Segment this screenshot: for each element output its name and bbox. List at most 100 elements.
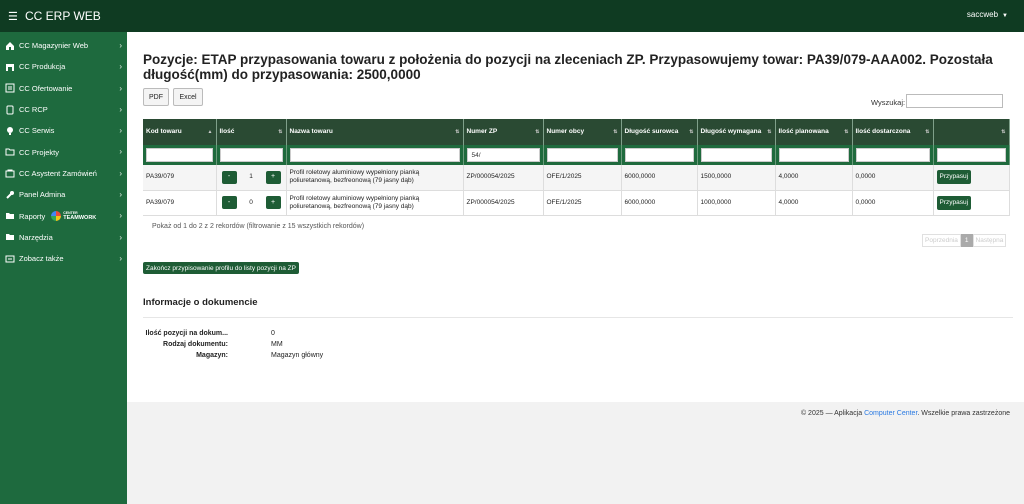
page-title: Pozycje: ETAP przypasowania towaru z poł… bbox=[143, 52, 993, 82]
chevron-right-icon: › bbox=[119, 232, 122, 242]
cell-ilosc-dostarczona: 0,0000 bbox=[852, 190, 934, 216]
sort-icon: ⇅ bbox=[535, 129, 540, 135]
chevron-right-icon: › bbox=[119, 126, 122, 136]
increment-button[interactable]: + bbox=[265, 170, 281, 184]
filter-input-ilosc-dostarczona[interactable] bbox=[855, 148, 930, 162]
sidebar-item-panel-admina[interactable]: Panel Admina › bbox=[0, 184, 127, 205]
przypasuj-button[interactable]: Przypasuj bbox=[936, 170, 972, 185]
search-label: Wyszukaj: bbox=[871, 98, 906, 107]
doc-info-value: Magazyn główny bbox=[271, 352, 324, 359]
chevron-right-icon: › bbox=[119, 147, 122, 157]
sort-icon: ⇅ bbox=[455, 129, 460, 135]
sort-icon: ⇅ bbox=[689, 129, 694, 135]
column-header[interactable]: Kod towaru ▲ bbox=[143, 119, 217, 145]
przypasuj-button[interactable]: Przypasuj bbox=[936, 195, 972, 210]
cell-dlugosc-surowca: 6000,0000 bbox=[621, 165, 698, 191]
sort-icon: ⇅ bbox=[925, 129, 930, 135]
filter-input-nazwa[interactable] bbox=[289, 148, 460, 162]
sidebar-item-label: CC Magazynier Web bbox=[19, 41, 89, 51]
decrement-button[interactable]: - bbox=[221, 196, 237, 209]
chevron-right-icon: › bbox=[119, 41, 122, 50]
sort-icon: ⇅ bbox=[767, 129, 772, 135]
filter-input-dlugosc-wymagana[interactable] bbox=[700, 148, 772, 162]
column-header[interactable]: Długość wymagana ⇅ bbox=[697, 119, 776, 145]
list-icon bbox=[5, 83, 15, 93]
column-header[interactable]: Numer ZP ⇅ bbox=[463, 119, 544, 145]
menu-icon[interactable]: ☰ bbox=[8, 10, 20, 23]
sort-asc-icon: ▲ bbox=[207, 129, 213, 135]
filter-input-ilosc[interactable] bbox=[219, 148, 283, 162]
footer-link[interactable]: Computer Center bbox=[864, 410, 917, 417]
sidebar-item-ofertowanie[interactable]: CC Ofertowanie › bbox=[0, 78, 127, 99]
finish-assignment-button[interactable]: Zakończ przypisowanie profilu do listy p… bbox=[143, 262, 299, 274]
warehouse-icon bbox=[5, 62, 15, 72]
search-input[interactable] bbox=[906, 94, 1003, 108]
divider bbox=[143, 317, 1013, 318]
column-header[interactable]: Nazwa towaru ⇅ bbox=[286, 119, 464, 145]
sidebar-item-produkcja[interactable]: CC Produkcja › bbox=[0, 56, 127, 77]
sidebar-item-label: CC Asystent Zamówień bbox=[19, 168, 97, 178]
sidebar-item-label: CC RCP bbox=[19, 105, 48, 115]
sort-icon: ⇅ bbox=[1001, 129, 1006, 135]
filter-input-akcja[interactable] bbox=[936, 148, 1006, 162]
quantity-value[interactable]: 0 bbox=[249, 199, 253, 207]
cell-numer-zp: ZP/000054/2025 bbox=[463, 165, 544, 191]
pagination-page[interactable]: 1 bbox=[960, 234, 973, 247]
sidebar-item-label: CC Produkcja bbox=[19, 62, 66, 72]
sidebar-item-asystent[interactable]: CC Asystent Zamówień › bbox=[0, 163, 127, 184]
folder-icon bbox=[5, 232, 15, 242]
sidebar-item-zobacz-takze[interactable]: Zobacz także › bbox=[0, 248, 127, 269]
sidebar-item-rcp[interactable]: CC RCP › bbox=[0, 99, 127, 120]
pagination-prev[interactable]: Poprzednia bbox=[922, 234, 961, 247]
sidebar-item-label: Panel Admina bbox=[19, 190, 66, 200]
filter-input-numer-obcy[interactable] bbox=[546, 148, 618, 162]
sidebar-item-narzedzia[interactable]: Narzędzia › bbox=[0, 227, 127, 248]
footer-text: © 2025 — Aplikacja bbox=[800, 410, 865, 417]
column-header[interactable]: Ilość ⇅ bbox=[216, 119, 287, 145]
sidebar-item-serwis[interactable]: CC Serwis › bbox=[0, 120, 127, 141]
cell-ilosc-planowana: 4,0000 bbox=[775, 165, 853, 191]
cell-numer-zp: ZP/000054/2025 bbox=[463, 190, 544, 216]
column-header[interactable]: Długość surowca ⇅ bbox=[621, 119, 698, 145]
quantity-stepper: - 0 + bbox=[220, 196, 283, 209]
filter-row: 54/ bbox=[143, 145, 1010, 165]
sidebar-item-label: Narzędzia bbox=[19, 232, 53, 242]
sidebar-item-magazynier[interactable]: CC Magazynier Web › bbox=[0, 35, 127, 56]
doc-info-key: Magazyn: bbox=[196, 352, 228, 359]
tablet-icon bbox=[5, 105, 15, 115]
doc-info-value: MM bbox=[271, 341, 283, 348]
app-title[interactable]: CC ERP WEB bbox=[25, 9, 101, 23]
sort-icon: ⇅ bbox=[278, 129, 283, 135]
sidebar-item-label: Zobacz także bbox=[19, 254, 64, 264]
column-header[interactable]: Numer obcy ⇅ bbox=[543, 119, 622, 145]
wrench-icon bbox=[5, 190, 15, 200]
filter-input-numer-zp[interactable]: 54/ bbox=[466, 148, 540, 162]
cell-kod: PA39/079 bbox=[143, 165, 217, 191]
folder-icon bbox=[5, 147, 15, 157]
sidebar-item-label: CC Projekty bbox=[19, 147, 60, 157]
quantity-value[interactable]: 1 bbox=[249, 173, 253, 181]
increment-button[interactable]: + bbox=[265, 196, 281, 209]
sidebar-item-raporty[interactable]: Raporty CENTER TEAMWORK › bbox=[0, 205, 127, 226]
filter-input-kod[interactable] bbox=[146, 148, 213, 162]
chevron-right-icon: › bbox=[119, 83, 122, 93]
user-menu[interactable]: saccweb ▼ bbox=[967, 10, 1008, 19]
chevron-right-icon: › bbox=[119, 190, 122, 200]
sidebar-item-projekty[interactable]: CC Projekty › bbox=[0, 141, 127, 162]
filter-input-dlugosc-surowca[interactable] bbox=[624, 148, 694, 162]
pdf-button[interactable]: PDF bbox=[143, 88, 169, 106]
column-header[interactable]: ⇅ bbox=[933, 119, 1010, 145]
excel-button[interactable]: Excel bbox=[173, 88, 203, 106]
column-header[interactable]: Ilość planowana ⇅ bbox=[775, 119, 853, 145]
doc-info-heading: Informacje o dokumencie bbox=[143, 297, 258, 308]
column-header[interactable]: Ilość dostarczona ⇅ bbox=[852, 119, 934, 145]
filter-input-ilosc-planowana[interactable] bbox=[778, 148, 849, 162]
sidebar-item-label: CC Ofertowanie bbox=[19, 83, 73, 93]
footer-text-suffix: . Wszelkie prawa zastrzeżone bbox=[917, 410, 1010, 417]
sort-icon: ⇅ bbox=[844, 129, 849, 135]
positions-table: Kod towaru ▲ Ilość ⇅ Nazwa towaru ⇅ Numer Z… bbox=[143, 119, 1010, 216]
main-area: Pozycje: ETAP przypasowania towaru z poł… bbox=[127, 32, 1024, 504]
decrement-button[interactable]: - bbox=[221, 170, 237, 184]
doc-info-key: Ilość pozycji na dokum... bbox=[145, 330, 228, 337]
pagination-next[interactable]: Następna bbox=[972, 234, 1007, 247]
